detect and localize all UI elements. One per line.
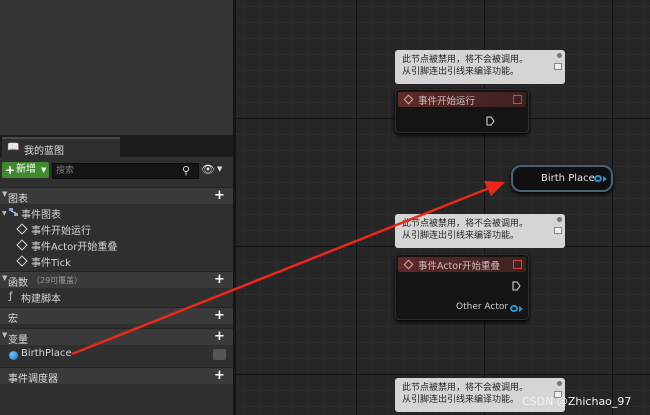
watermark: CSDN @Zhichao_97 <box>522 395 632 408</box>
annotation-arrow <box>71 181 505 356</box>
